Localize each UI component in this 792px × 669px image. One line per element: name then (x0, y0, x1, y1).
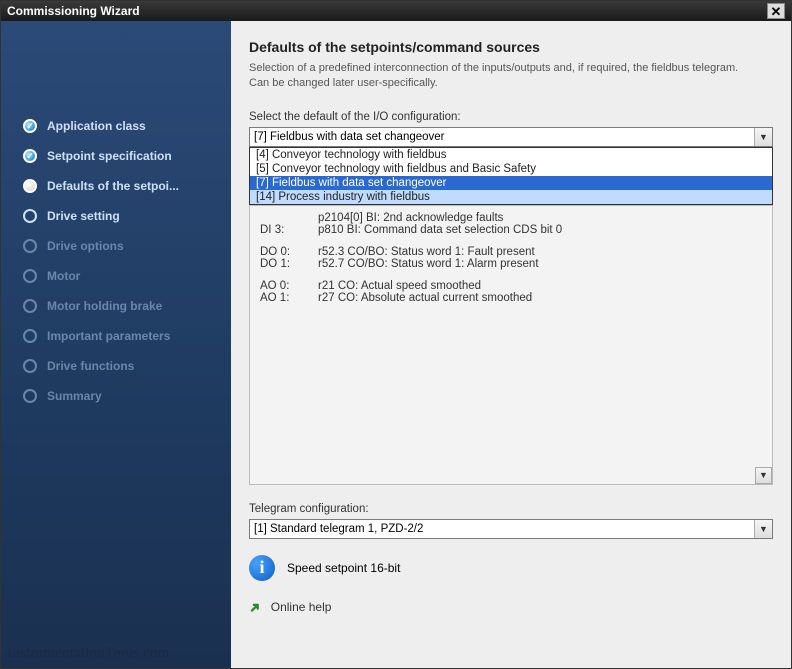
sidebar-item-label: Setpoint specification (47, 149, 172, 163)
arrow-icon: ➜ (245, 597, 265, 617)
commissioning-wizard-window: Commissioning Wizard ✕ Application class… (0, 0, 792, 669)
detail-tag: DO 0: (260, 246, 318, 258)
info-text: Speed setpoint 16-bit (287, 561, 400, 575)
sidebar-item-label: Drive setting (47, 209, 120, 223)
io-option-5[interactable]: [5] Conveyor technology with fieldbus an… (250, 162, 772, 176)
detail-tag: AO 0: (260, 280, 318, 292)
telegram-value[interactable]: [1] Standard telegram 1, PZD-2/2 (249, 519, 773, 539)
pending-step-icon (23, 359, 37, 373)
io-option-7[interactable]: [7] Fieldbus with data set changeover (250, 176, 772, 190)
sidebar-item-important-parameters: Important parameters (1, 321, 231, 351)
telegram-label: Telegram configuration: (249, 503, 773, 515)
pending-step-icon (23, 239, 37, 253)
window-title: Commissioning Wizard (7, 4, 140, 18)
pending-step-icon (23, 269, 37, 283)
sidebar-item-motor-holding-brake: Motor holding brake (1, 291, 231, 321)
sidebar-item-summary: Summary (1, 381, 231, 411)
detail-tag (260, 212, 318, 224)
io-details-box: p2104[0] BI: 2nd acknowledge faults DI 3… (249, 205, 773, 485)
detail-text: r27 CO: Absolute actual current smoothed (318, 292, 532, 304)
detail-tag: DI 3: (260, 224, 318, 236)
sidebar-item-setpoint-specification[interactable]: Setpoint specification (1, 141, 231, 171)
check-icon (23, 119, 37, 133)
io-config-select[interactable]: [7] Fieldbus with data set changeover ▼ … (249, 127, 773, 147)
pending-step-icon (23, 329, 37, 343)
io-config-label: Select the default of the I/O configurat… (249, 111, 773, 123)
sidebar-item-application-class[interactable]: Application class (1, 111, 231, 141)
detail-row: DO 1: r52.7 CO/BO: Status word 1: Alarm … (260, 258, 762, 270)
info-icon: i (249, 555, 275, 581)
check-icon (23, 149, 37, 163)
detail-row: DI 3: p810 BI: Command data set selectio… (260, 224, 762, 236)
window-body: Application class Setpoint specification… (1, 21, 791, 668)
sidebar-item-drive-setting[interactable]: Drive setting (1, 201, 231, 231)
info-row: i Speed setpoint 16-bit (249, 555, 773, 581)
io-option-4[interactable]: [4] Conveyor technology with fieldbus (250, 148, 772, 162)
close-icon[interactable]: ✕ (767, 3, 785, 19)
chevron-down-icon[interactable]: ▼ (754, 128, 772, 146)
io-config-value[interactable]: [7] Fieldbus with data set changeover (249, 127, 773, 147)
detail-text: r52.3 CO/BO: Status word 1: Fault presen… (318, 246, 535, 258)
page-title: Defaults of the setpoints/command source… (249, 39, 773, 55)
sidebar-item-label: Defaults of the setpoi... (47, 179, 179, 193)
sidebar-item-label: Important parameters (47, 329, 170, 343)
sidebar-item-label: Motor holding brake (47, 299, 162, 313)
detail-text: r52.7 CO/BO: Status word 1: Alarm presen… (318, 258, 539, 270)
telegram-selected-text: [1] Standard telegram 1, PZD-2/2 (254, 523, 423, 535)
chevron-down-icon[interactable]: ▼ (754, 520, 772, 538)
io-config-selected-text: [7] Fieldbus with data set changeover (254, 131, 445, 143)
io-option-14[interactable]: [14] Process industry with fieldbus (250, 190, 772, 204)
io-config-dropdown: [4] Conveyor technology with fieldbus [5… (249, 147, 773, 205)
sidebar-item-drive-options: Drive options (1, 231, 231, 261)
sidebar-item-drive-functions: Drive functions (1, 351, 231, 381)
watermark-text: InstrumentationTools.com (7, 645, 169, 662)
detail-row: p2104[0] BI: 2nd acknowledge faults (260, 212, 762, 224)
help-text: Online help (271, 600, 332, 614)
page-subtitle: Selection of a predefined interconnectio… (249, 61, 759, 91)
wizard-sidebar: Application class Setpoint specification… (1, 21, 231, 668)
pending-step-icon (23, 209, 37, 223)
sidebar-item-defaults-setpoints[interactable]: Defaults of the setpoi... (1, 171, 231, 201)
sidebar-item-label: Motor (47, 269, 80, 283)
sidebar-item-label: Summary (47, 389, 102, 403)
detail-tag: AO 1: (260, 292, 318, 304)
detail-tag: DO 1: (260, 258, 318, 270)
detail-text: p810 BI: Command data set selection CDS … (318, 224, 562, 236)
pending-step-icon (23, 389, 37, 403)
detail-row: AO 1: r27 CO: Absolute actual current sm… (260, 292, 762, 304)
scroll-down-icon[interactable]: ▼ (755, 467, 772, 484)
online-help-link[interactable]: ➜ Online help (249, 599, 773, 616)
sidebar-item-label: Application class (47, 119, 146, 133)
current-step-icon (23, 179, 37, 193)
detail-row: AO 0: r21 CO: Actual speed smoothed (260, 280, 762, 292)
sidebar-item-label: Drive options (47, 239, 124, 253)
sidebar-item-label: Drive functions (47, 359, 134, 373)
telegram-select[interactable]: [1] Standard telegram 1, PZD-2/2 ▼ (249, 519, 773, 539)
main-panel: Defaults of the setpoints/command source… (231, 21, 791, 668)
pending-step-icon (23, 299, 37, 313)
sidebar-item-motor: Motor (1, 261, 231, 291)
detail-text: r21 CO: Actual speed smoothed (318, 280, 481, 292)
detail-text: p2104[0] BI: 2nd acknowledge faults (318, 212, 503, 224)
detail-row: DO 0: r52.3 CO/BO: Status word 1: Fault … (260, 246, 762, 258)
titlebar: Commissioning Wizard ✕ (1, 1, 791, 21)
